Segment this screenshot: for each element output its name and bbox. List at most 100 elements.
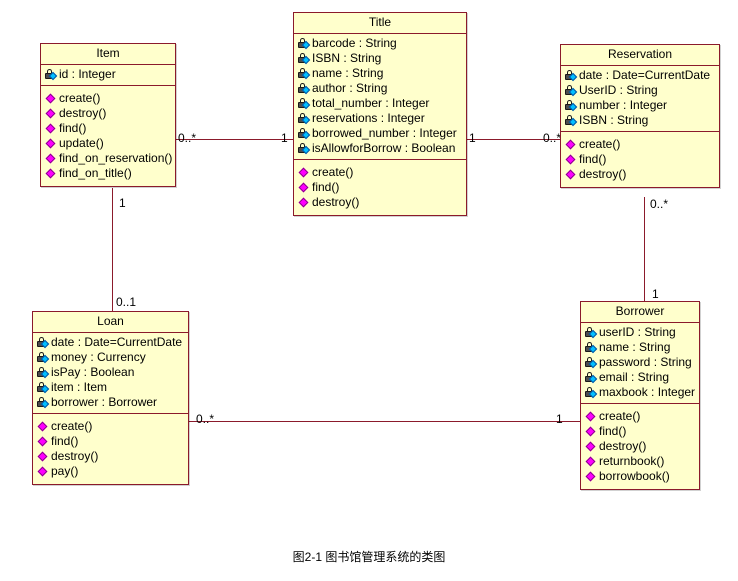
class-box-reservation[interactable]: Reservation date : Date=CurrentDate User…: [560, 44, 720, 188]
operation-row: borrowbook(): [585, 469, 697, 484]
operation-row: returnbook(): [585, 454, 697, 469]
operation-diamond-icon: [565, 153, 578, 166]
multiplicity-item-loan-near-item: 1: [119, 196, 126, 210]
operation-diamond-icon: [37, 435, 50, 448]
class-attributes-loan: date : Date=CurrentDate money : Currency…: [33, 333, 188, 414]
operation-label: find(): [51, 434, 79, 448]
class-operations-item: create() destroy() find() update() find_…: [41, 86, 175, 186]
operation-row: pay(): [37, 464, 186, 479]
attribute-label: date : Date=CurrentDate: [51, 335, 183, 349]
private-lock-icon: [297, 112, 311, 125]
attribute-row: isPay : Boolean: [36, 365, 186, 380]
operation-row: destroy(): [45, 106, 173, 121]
private-lock-icon: [297, 142, 311, 155]
class-attributes-title: barcode : String ISBN : String name : St…: [294, 34, 466, 160]
operation-row: create(): [585, 409, 697, 424]
operation-label: find_on_reservation(): [59, 151, 173, 165]
operation-diamond-icon: [585, 470, 598, 483]
operation-diamond-icon: [585, 455, 598, 468]
private-lock-icon: [36, 381, 50, 394]
private-lock-icon: [36, 336, 50, 349]
attribute-row: ISBN : String: [564, 113, 717, 128]
operation-row: find(): [565, 152, 717, 167]
operation-label: create(): [312, 165, 354, 179]
private-lock-icon: [297, 37, 311, 50]
operation-diamond-icon: [37, 450, 50, 463]
private-lock-icon: [36, 396, 50, 409]
class-attributes-borrower: userID : String name : String password :…: [581, 323, 699, 404]
operation-row: create(): [298, 165, 464, 180]
operation-diamond-icon: [585, 410, 598, 423]
class-box-title[interactable]: Title barcode : String ISBN : String nam…: [293, 12, 467, 216]
association-reservation-borrower: [644, 197, 645, 301]
private-lock-icon: [584, 356, 598, 369]
attribute-label: id : Integer: [59, 67, 116, 81]
attribute-label: borrower : Borrower: [51, 395, 158, 409]
operation-diamond-icon: [37, 420, 50, 433]
private-lock-icon: [564, 84, 578, 97]
class-attributes-reservation: date : Date=CurrentDate UserID : String …: [561, 66, 719, 132]
operation-label: pay(): [51, 464, 79, 478]
private-lock-icon: [564, 69, 578, 82]
operation-diamond-icon: [45, 152, 58, 165]
class-name-reservation: Reservation: [561, 45, 719, 66]
attribute-row: money : Currency: [36, 350, 186, 365]
class-operations-title: create() find() destroy(): [294, 160, 466, 215]
operation-label: destroy(): [51, 449, 99, 463]
figure-caption: 图2-1 图书馆管理系统的类图: [292, 550, 446, 564]
association-loan-borrower: [189, 421, 580, 422]
class-operations-reservation: create() find() destroy(): [561, 132, 719, 187]
class-operations-loan: create() find() destroy() pay(): [33, 414, 188, 484]
multiplicity-reservation-borrower-near-reservation: 0..*: [650, 197, 669, 211]
operation-row: find(): [298, 180, 464, 195]
class-box-borrower[interactable]: Borrower userID : String name : String p…: [580, 301, 700, 490]
class-box-item[interactable]: Item id : Integer create() destroy() fin…: [40, 43, 176, 187]
operation-diamond-icon: [45, 122, 58, 135]
multiplicity-title-reservation-near-reservation: 0..*: [543, 131, 562, 145]
attribute-label: ISBN : String: [579, 113, 649, 127]
operation-diamond-icon: [298, 181, 311, 194]
operation-label: find(): [599, 424, 627, 438]
attribute-row: UserID : String: [564, 83, 717, 98]
attribute-label: maxbook : Integer: [599, 385, 696, 399]
multiplicity-item-title-near-title: 1: [281, 131, 288, 145]
multiplicity-item-title-near-item: 0..*: [178, 131, 197, 145]
operation-row: destroy(): [585, 439, 697, 454]
attribute-label: UserID : String: [579, 83, 658, 97]
operation-label: find(): [312, 180, 340, 194]
private-lock-icon: [44, 68, 58, 81]
attribute-label: number : Integer: [579, 98, 668, 112]
operation-row: find(): [585, 424, 697, 439]
operation-diamond-icon: [37, 465, 50, 478]
class-name-borrower: Borrower: [581, 302, 699, 323]
multiplicity-loan-borrower-near-borrower: 1: [556, 412, 563, 426]
attribute-row: reservations : Integer: [297, 111, 464, 126]
private-lock-icon: [584, 371, 598, 384]
attribute-row: number : Integer: [564, 98, 717, 113]
attribute-label: barcode : String: [312, 36, 397, 50]
attribute-row: id : Integer: [44, 67, 173, 82]
operation-label: update(): [59, 136, 104, 150]
operation-label: destroy(): [579, 167, 627, 181]
private-lock-icon: [297, 97, 311, 110]
operation-label: find(): [59, 121, 87, 135]
attribute-row: total_number : Integer: [297, 96, 464, 111]
class-box-loan[interactable]: Loan date : Date=CurrentDate money : Cur…: [32, 311, 189, 485]
attribute-label: ISBN : String: [312, 51, 382, 65]
private-lock-icon: [564, 114, 578, 127]
attribute-row: maxbook : Integer: [584, 385, 697, 400]
attribute-row: name : String: [297, 66, 464, 81]
operation-row: destroy(): [298, 195, 464, 210]
operation-row: find(): [37, 434, 186, 449]
operation-row: create(): [37, 419, 186, 434]
operation-label: find(): [579, 152, 607, 166]
attribute-label: userID : String: [599, 325, 676, 339]
operation-label: create(): [59, 91, 101, 105]
class-attributes-item: id : Integer: [41, 65, 175, 86]
private-lock-icon: [297, 67, 311, 80]
attribute-row: ISBN : String: [297, 51, 464, 66]
attribute-row: email : String: [584, 370, 697, 385]
operation-diamond-icon: [298, 196, 311, 209]
private-lock-icon: [584, 326, 598, 339]
attribute-label: money : Currency: [51, 350, 146, 364]
